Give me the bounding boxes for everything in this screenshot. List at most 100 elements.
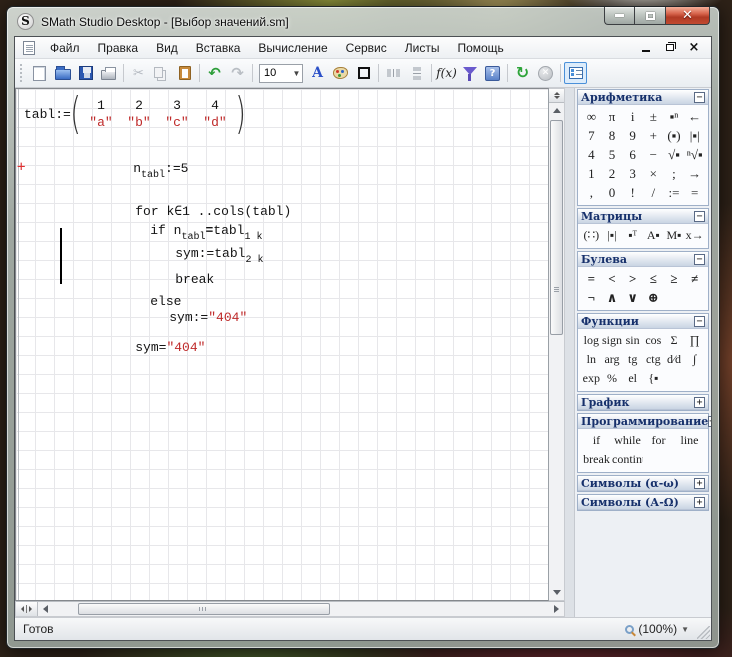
font-size-combo[interactable]: 10 ▼ [259,64,303,83]
border-button[interactable] [352,62,375,84]
palette-header[interactable]: Арифметика − [578,90,708,105]
palette-button[interactable]: ∨ [622,288,643,307]
palette-button[interactable]: d⁄d [664,350,685,369]
palette-button[interactable]: ⊕ [643,288,664,307]
document-icon[interactable] [23,41,35,55]
menu-item[interactable]: Помощь [448,38,512,58]
save-button[interactable] [74,62,97,84]
palette-header[interactable]: Программирование − [578,414,708,429]
menu-item[interactable]: Правка [89,38,148,58]
palette-toggle-icon[interactable]: − [708,416,711,427]
menu-item[interactable]: Вид [147,38,187,58]
palette-button[interactable]: x→ [684,226,705,245]
palette-button[interactable]: % [602,369,623,388]
palette-button[interactable]: ∞ [581,107,602,126]
palette-button[interactable]: 0 [602,183,623,202]
menu-item[interactable]: Вычисление [249,38,336,58]
matrix-cell[interactable]: "d" [196,115,234,130]
menu-item[interactable]: Листы [396,38,449,58]
palette-button[interactable]: sin [622,331,643,350]
palette-button[interactable]: ⁿ√▪ [684,145,705,164]
palette-button[interactable]: 3 [622,164,643,183]
palette-button[interactable]: < [602,269,623,288]
vertical-scrollbar[interactable] [549,88,565,601]
palette-button[interactable]: 8 [602,126,623,145]
palette-button[interactable]: ; [664,164,685,183]
color-palette-button[interactable] [329,62,352,84]
palette-button[interactable]: − [643,145,664,164]
palette-toggle-icon[interactable]: − [694,211,705,222]
palette-button[interactable]: (∷) [581,226,602,245]
matrix-cell[interactable]: "b" [120,115,158,130]
recalculate-button[interactable]: ↻ [511,62,534,84]
palette-button[interactable]: tg [622,350,643,369]
palette-button[interactable]: 5 [602,145,623,164]
palette-button[interactable]: 1 [581,164,602,183]
scroll-split-button[interactable] [549,89,564,103]
open-button[interactable] [51,62,74,84]
palette-button[interactable]: for [643,431,674,450]
palette-button[interactable]: A▪ [643,226,664,245]
palette-button[interactable]: ! [622,183,643,202]
menu-item[interactable]: Вставка [187,38,250,58]
copy-button[interactable] [150,62,173,84]
palette-toggle-icon[interactable]: + [694,397,705,408]
palette-button[interactable]: / [643,183,664,202]
horizontal-scrollbar[interactable] [15,601,565,617]
palette-button[interactable]: line [674,431,705,450]
title-bar[interactable]: S SMath Studio Desktop - [Выбор значений… [7,7,719,36]
palette-button[interactable]: ∧ [602,288,623,307]
palette-button[interactable]: ▪ⁿ [664,107,685,126]
palette-button[interactable]: ∫ [684,350,705,369]
palette-button[interactable]: ¬ [581,288,602,307]
palette-button[interactable]: sign [602,331,623,350]
palette-button[interactable]: 6 [622,145,643,164]
palette-button[interactable]: = [684,183,705,202]
palette-button[interactable]: el [622,369,643,388]
palette-button[interactable]: ln [581,350,602,369]
palette-header[interactable]: Булева − [578,252,708,267]
palette-button[interactable]: cos [643,331,664,350]
palette-button[interactable]: M▪ [664,226,685,245]
palette-header[interactable]: График + [578,395,708,410]
palette-button[interactable]: , [581,183,602,202]
palette-button[interactable]: break [581,450,612,469]
palette-button[interactable]: i [622,107,643,126]
palette-toggle-icon[interactable]: + [694,497,705,508]
palette-button[interactable]: := [664,183,685,202]
palette-button[interactable]: ± [643,107,664,126]
combo-caret-icon[interactable]: ▼ [291,69,302,78]
scroll-right-button[interactable] [549,602,564,616]
palette-button[interactable]: arg [602,350,623,369]
palette-button[interactable]: × [643,164,664,183]
toolbar-grip[interactable] [20,64,25,82]
matrix-cell[interactable]: 4 [196,98,234,113]
resize-grip[interactable] [697,626,710,639]
palette-button[interactable]: √▪ [664,145,685,164]
palette-header[interactable]: Символы (α-ω) + [578,476,708,491]
insert-cursor-crosshair[interactable]: + [17,160,25,174]
zoom-caret-icon[interactable]: ▼ [681,625,689,634]
scroll-up-button[interactable] [549,103,564,118]
palette-button[interactable]: ≥ [664,269,685,288]
palette-button[interactable]: continue [612,450,643,469]
palette-button[interactable]: ▪ᵀ [622,226,643,245]
palette-button[interactable]: Σ [664,331,685,350]
palette-button[interactable]: ∏ [684,331,705,350]
vertical-scrollbar-thumb[interactable] [550,120,563,335]
palette-button[interactable]: while [612,431,643,450]
filter-button[interactable] [458,62,481,84]
matrix-cell[interactable]: 2 [120,98,158,113]
palette-button[interactable]: 7 [581,126,602,145]
maximize-button[interactable] [634,7,665,25]
minimize-button[interactable] [604,7,634,25]
mdi-close-button[interactable]: × [687,42,701,54]
paste-button[interactable] [173,62,196,84]
font-color-button[interactable]: A [306,62,329,84]
matrix-cell[interactable]: "c" [158,115,196,130]
horizontal-scrollbar-thumb[interactable] [78,603,330,615]
expr-matrix-definition[interactable]: tabl:=(1234"a""b""c""d") [24,94,245,134]
palette-button[interactable]: > [622,269,643,288]
palette-toggle-icon[interactable]: + [694,478,705,489]
stop-button[interactable]: ✕ [534,62,557,84]
